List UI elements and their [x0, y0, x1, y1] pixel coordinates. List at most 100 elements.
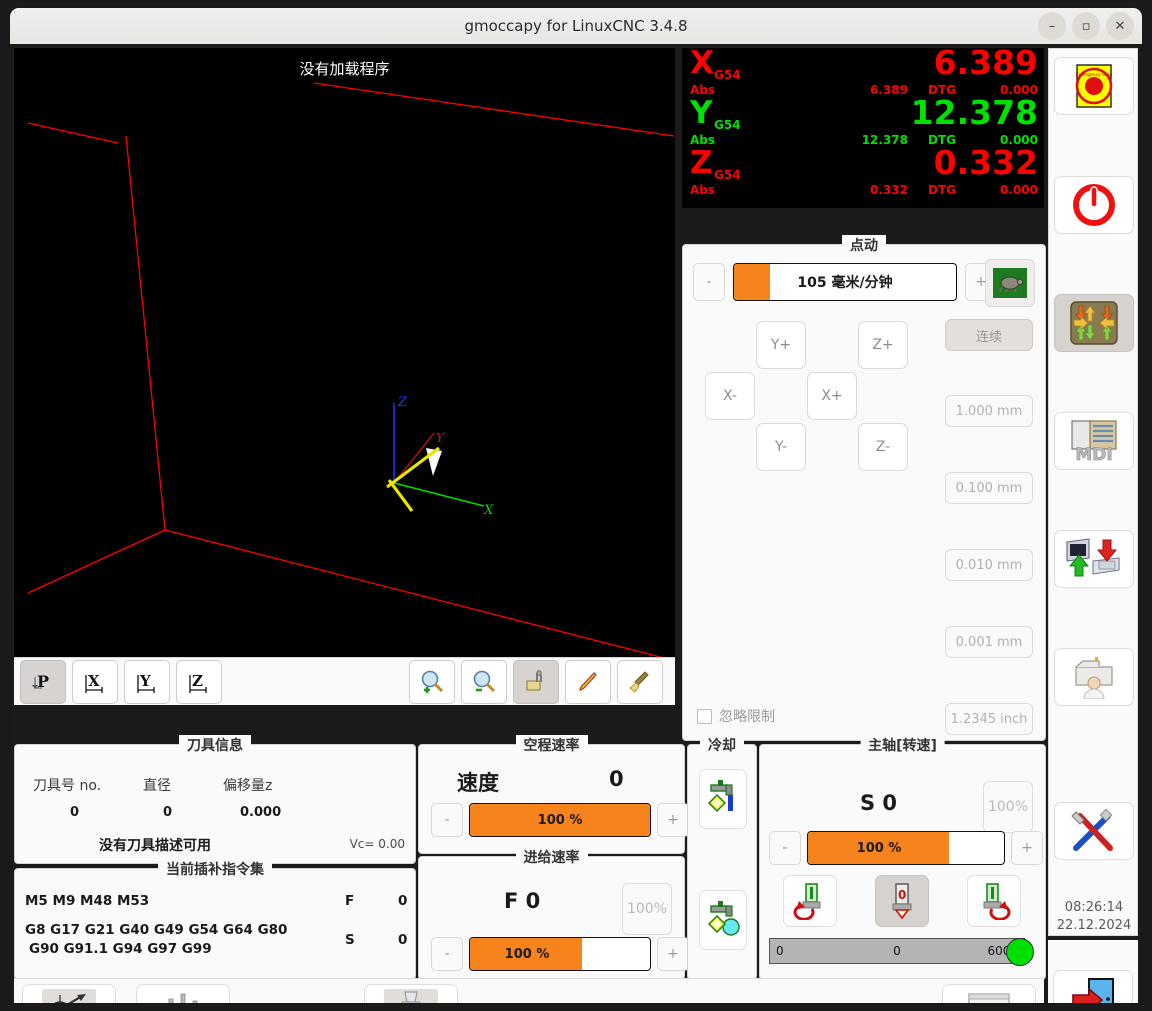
view-y-button[interactable]: Y: [124, 660, 170, 704]
bottom-button-bar: [14, 978, 1044, 1003]
app-window: gmoccapy for LinuxCNC 3.4.8 – ▫ ✕: [10, 8, 1142, 1003]
show-dimensions-button[interactable]: [513, 660, 559, 704]
dro-axis-system-z: G54: [714, 168, 741, 182]
dro-dtg-label-z: DTG: [928, 183, 956, 197]
coolant-flood-button[interactable]: [699, 769, 747, 829]
jog-z-plus-button[interactable]: Z+: [858, 321, 908, 369]
spindle-minus-button[interactable]: -: [769, 831, 801, 865]
jog-z-minus-button[interactable]: Z-: [858, 423, 908, 471]
zoom-in-button[interactable]: [409, 660, 455, 704]
graphics-canvas: Z Y X: [14, 48, 675, 657]
tool-info-panel: 刀具信息 刀具号 no. 直径 偏移量z 0 0 0.000 没有刀具描述可用 …: [14, 744, 416, 864]
power-icon: [1071, 182, 1117, 228]
rapid-minus-button[interactable]: -: [431, 803, 463, 837]
tool-array-icon: [154, 989, 212, 1003]
auto-mode-button[interactable]: [1054, 530, 1134, 588]
jog-increment-continuous[interactable]: 连续: [945, 319, 1033, 351]
touch-off-button[interactable]: [22, 984, 116, 1003]
tool-holder-icon: [394, 990, 428, 1003]
feed-override-bar[interactable]: 100 %: [469, 937, 651, 971]
zoom-out-button[interactable]: [461, 660, 507, 704]
coolant-mist-icon: [705, 900, 741, 940]
ignore-limits-row[interactable]: 忽略限制: [697, 706, 775, 726]
spindle-reset-button[interactable]: 100%: [983, 781, 1033, 833]
edit-program-button[interactable]: [565, 660, 611, 704]
jog-x-plus-button[interactable]: X+: [807, 372, 857, 420]
jog-velocity-fill: [734, 264, 770, 300]
spindle-plus-button[interactable]: +: [1011, 831, 1043, 865]
spindle-override-bar[interactable]: 100 %: [807, 831, 1005, 865]
axis-origin-icon: [46, 992, 92, 1003]
clear-plot-button[interactable]: [617, 660, 663, 704]
jog-increment-1mm[interactable]: 1.000 mm: [945, 395, 1033, 427]
settings-button[interactable]: [1054, 802, 1134, 860]
spindle-override-row: - 100 % +: [769, 831, 1043, 865]
jog-increment-0_01mm[interactable]: 0.010 mm: [945, 549, 1033, 581]
spindle-cw-button[interactable]: [967, 875, 1021, 927]
machine-power-button[interactable]: [1054, 176, 1134, 234]
view-x-button[interactable]: X: [72, 660, 118, 704]
jog-velocity-minus-button[interactable]: -: [693, 263, 725, 301]
jog-panel-title: 点动: [842, 235, 886, 255]
jog-turtle-button[interactable]: [985, 259, 1035, 307]
maximize-button[interactable]: ▫: [1072, 12, 1100, 40]
dro-axis-system-x: G54: [714, 68, 741, 82]
rapid-override-bar[interactable]: 100 %: [469, 803, 651, 837]
feed-minus-button[interactable]: -: [431, 937, 463, 971]
load-program-icon: [1063, 536, 1125, 582]
tool-table-button[interactable]: [136, 984, 230, 1003]
tool-change-button[interactable]: [364, 984, 458, 1003]
dro-axis-value-z: 0.332: [934, 146, 1038, 179]
view-y-icon: Y: [134, 669, 160, 695]
program-status-text: 没有加载程序: [14, 58, 675, 79]
jog-increment-inch[interactable]: 1.2345 inch: [945, 703, 1033, 735]
jog-velocity-label: 105 毫米/分钟: [797, 272, 892, 292]
window-title: gmoccapy for LinuxCNC 3.4.8: [464, 17, 687, 35]
dro-axis-letter-y: Y: [690, 98, 712, 129]
rapid-plus-button[interactable]: +: [657, 803, 689, 837]
jog-y-minus-button[interactable]: Y-: [756, 423, 806, 471]
spindle-override-value: 100 %: [857, 841, 902, 856]
dro-abs-value-x: 6.389: [828, 83, 908, 97]
view-p-button[interactable]: P: [20, 660, 66, 704]
estop-button[interactable]: Emergency-Stop: [1054, 57, 1134, 115]
feed-reset-button[interactable]: 100%: [622, 883, 672, 935]
tool-diameter-value: 0: [163, 805, 172, 820]
svg-text:Y: Y: [139, 672, 151, 690]
exit-button[interactable]: [1053, 970, 1133, 1003]
user-tabs-button[interactable]: [1054, 648, 1134, 706]
tool-vc-value: Vc= 0.00: [350, 837, 405, 851]
view-z-button[interactable]: Z: [176, 660, 222, 704]
tool-info-title: 刀具信息: [179, 735, 251, 755]
broom-icon: [627, 669, 653, 695]
jog-increment-0_1mm[interactable]: 0.100 mm: [945, 472, 1033, 504]
turtle-glyph: [996, 273, 1024, 293]
minimize-button[interactable]: –: [1038, 12, 1066, 40]
dro-axis-value-x: 6.389: [934, 46, 1038, 79]
jog-y-plus-button[interactable]: Y+: [756, 321, 806, 369]
close-button[interactable]: ✕: [1106, 12, 1134, 40]
clock-time: 08:26:14: [1049, 899, 1139, 917]
dro-axis-row-z: Z G54 0.332 Abs 0.332 DTG 0.000: [688, 150, 1038, 200]
coolant-mist-button[interactable]: [699, 890, 747, 950]
ignore-limits-checkbox[interactable]: [697, 709, 712, 724]
spindle-ccw-button[interactable]: [783, 875, 837, 927]
active-s-value: 0: [398, 932, 407, 948]
view-z-icon: Z: [186, 669, 212, 695]
fullscreen-button[interactable]: [942, 984, 1036, 1003]
dro-panel[interactable]: X G54 6.389 Abs 6.389 DTG 0.000 Y G54 12…: [682, 48, 1044, 208]
gcode-graphics-view[interactable]: Z Y X 没有加载程序: [14, 48, 675, 657]
jog-velocity-row: - 105 毫米/分钟 +: [693, 263, 997, 301]
manual-mode-button[interactable]: [1054, 294, 1134, 352]
mdi-mode-button[interactable]: MDI: [1054, 412, 1134, 470]
jog-velocity-bar[interactable]: 105 毫米/分钟: [733, 263, 957, 301]
rapid-speed-label: 速度: [457, 767, 499, 797]
jog-increment-0_001mm[interactable]: 0.001 mm: [945, 626, 1033, 658]
jog-x-minus-button[interactable]: X-: [705, 372, 755, 420]
spindle-stop-button[interactable]: 0: [875, 875, 929, 927]
feed-plus-button[interactable]: +: [657, 937, 689, 971]
spindle-at-speed-led: [1006, 938, 1034, 966]
dro-axis-letter-z: Z: [690, 148, 712, 179]
spindle-panel: 主轴[转速] S 0 100% - 100 % +: [759, 744, 1046, 980]
spindle-speed-value: S 0: [860, 791, 897, 815]
